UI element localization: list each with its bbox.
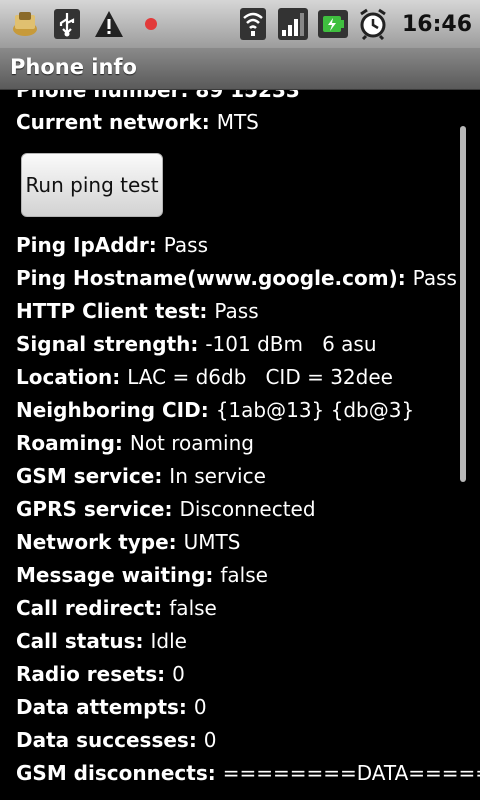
app-title-bar: Phone info <box>0 48 480 90</box>
row-label: Call status: <box>16 629 151 653</box>
run-ping-test-button[interactable]: Run ping test <box>21 153 163 217</box>
row-label: Call redirect: <box>16 596 170 620</box>
current-network-row: Current network: MTS <box>16 110 259 134</box>
row-label: GPRS service: <box>16 497 180 521</box>
signal-icon <box>276 7 310 41</box>
info-row: Message waiting: false <box>16 563 268 587</box>
row-label: Data attempts: <box>16 695 194 719</box>
info-row: Radio resets: 0 <box>16 662 185 686</box>
clock: 16:46 <box>401 11 472 37</box>
row-label: HTTP Client test: <box>16 299 215 323</box>
wifi-icon <box>236 7 270 41</box>
phone-info-list[interactable]: Phone number: 89 15233 Current network: … <box>0 90 480 800</box>
row-value: MTS <box>216 110 259 134</box>
row-value: Idle <box>150 629 187 653</box>
info-row: Network type: UMTS <box>16 530 240 554</box>
row-label: Location: <box>16 365 128 389</box>
recording-dot-icon <box>134 7 168 41</box>
info-row: Ping Hostname(www.google.com): Pass <box>16 266 457 290</box>
row-value: false <box>220 563 268 587</box>
alarm-icon <box>356 7 390 41</box>
row-value: 0 <box>203 728 217 752</box>
row-label: Ping Hostname(www.google.com): <box>16 266 413 290</box>
page-title: Phone info <box>10 55 137 79</box>
row-value: UMTS <box>183 530 241 554</box>
info-row: Roaming: Not roaming <box>16 431 254 455</box>
phone-number-row-partial: Phone number: 89 15233 <box>16 90 300 102</box>
row-label: Ping IpAddr: <box>16 233 164 257</box>
row-label: Roaming: <box>16 431 130 455</box>
status-bar: 16:46 <box>0 0 480 48</box>
row-value: In service <box>169 464 266 488</box>
info-row: HTTP Client test: Pass <box>16 299 259 323</box>
info-row: Location: LAC = d6db CID = 32dee <box>16 365 393 389</box>
info-row: Signal strength: -101 dBm 6 asu <box>16 332 377 356</box>
row-label: Radio resets: <box>16 662 173 686</box>
info-row: Data successes: 0 <box>16 728 217 752</box>
usb-icon <box>50 7 84 41</box>
row-label: GSM service: <box>16 464 170 488</box>
row-label: Message waiting: <box>16 563 221 587</box>
battery-icon <box>316 7 350 41</box>
row-value: 0 <box>172 662 185 686</box>
info-row: Call status: Idle <box>16 629 187 653</box>
row-label: Signal strength: <box>16 332 206 356</box>
row-value: 0 <box>193 695 207 719</box>
row-label: Network type: <box>16 530 184 554</box>
info-row: Call redirect: false <box>16 596 217 620</box>
scrollbar[interactable] <box>460 126 466 482</box>
row-value: -101 dBm 6 asu <box>205 332 377 356</box>
row-label: GSM disconnects: <box>16 761 223 785</box>
info-row: Data attempts: 0 <box>16 695 207 719</box>
row-value: Not roaming <box>129 431 254 455</box>
app-icon <box>8 7 42 41</box>
row-value: ========DATA======= <box>222 761 480 785</box>
row-label: Current network: <box>16 110 217 134</box>
row-value: Pass <box>214 299 259 323</box>
info-row: Neighboring CID: {1ab@13} {db@3} <box>16 398 414 422</box>
row-label: Data successes: <box>16 728 204 752</box>
row-label: Neighboring CID: <box>16 398 216 422</box>
info-row: Ping IpAddr: Pass <box>16 233 208 257</box>
row-value: LAC = d6db CID = 32dee <box>127 365 393 389</box>
row-value: false <box>169 596 217 620</box>
row-value: Pass <box>163 233 208 257</box>
info-row: GSM disconnects: ========DATA======= <box>16 761 480 785</box>
row-value: {1ab@13} {db@3} <box>215 398 415 422</box>
info-row: GSM service: In service <box>16 464 266 488</box>
warning-icon <box>92 7 126 41</box>
row-value: Pass <box>412 266 457 290</box>
info-row: GPRS service: Disconnected <box>16 497 316 521</box>
row-value: Disconnected <box>179 497 316 521</box>
